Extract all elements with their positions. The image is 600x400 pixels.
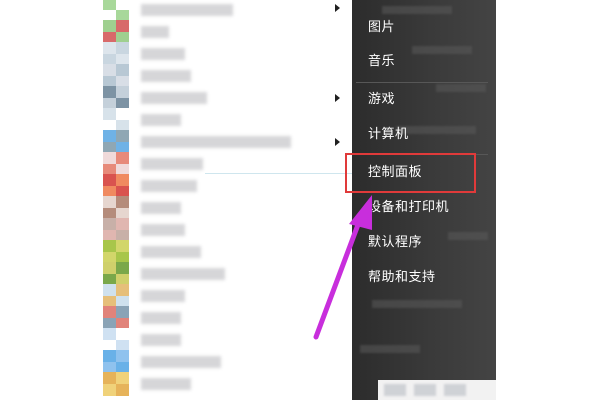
- program-icon: [103, 152, 129, 176]
- program-icon: [103, 284, 129, 308]
- program-list-item[interactable]: [103, 86, 343, 110]
- program-name-blurred: [141, 202, 181, 214]
- program-list-item[interactable]: [103, 306, 343, 330]
- submenu-arrow-icon: [335, 4, 340, 12]
- program-list-panel: [0, 0, 353, 400]
- program-list-item[interactable]: [103, 130, 343, 154]
- program-icon: [103, 240, 129, 264]
- menu-item-games[interactable]: 游戏: [368, 91, 395, 109]
- program-icon: [103, 42, 129, 66]
- program-name-blurred: [141, 158, 203, 170]
- program-icon: [103, 372, 129, 396]
- program-icon: [103, 306, 129, 330]
- program-list-item[interactable]: [103, 64, 343, 88]
- program-name-blurred: [141, 356, 221, 368]
- program-icon: [103, 64, 129, 88]
- program-name-blurred: [141, 4, 233, 16]
- program-list-item[interactable]: [103, 42, 343, 66]
- program-name-blurred: [141, 48, 185, 60]
- submenu-arrow-icon: [335, 94, 340, 102]
- program-name-blurred: [141, 290, 185, 302]
- program-icon: [103, 108, 129, 132]
- program-list-item[interactable]: [103, 174, 343, 198]
- submenu-arrow-icon: [335, 138, 340, 146]
- program-name-blurred: [141, 334, 181, 346]
- program-list-item[interactable]: [103, 328, 343, 352]
- program-list-item[interactable]: [103, 196, 343, 220]
- program-list-item[interactable]: [103, 350, 343, 374]
- menu-item-help-support[interactable]: 帮助和支持: [368, 269, 436, 287]
- menu-item-music[interactable]: 音乐: [368, 53, 395, 71]
- menu-item-pictures[interactable]: 图片: [368, 19, 395, 37]
- program-icon: [103, 196, 129, 220]
- menu-item-devices-printers[interactable]: 设备和打印机: [368, 199, 449, 217]
- search-box-area[interactable]: [378, 380, 496, 400]
- program-list-item[interactable]: [103, 152, 343, 176]
- program-name-blurred: [141, 378, 191, 390]
- program-icon: [103, 174, 129, 198]
- program-name-blurred: [141, 92, 207, 104]
- program-list-item[interactable]: [103, 284, 343, 308]
- program-icon: [103, 0, 129, 22]
- program-list-item[interactable]: [103, 262, 343, 286]
- program-name-blurred: [141, 26, 169, 38]
- program-list-item[interactable]: [103, 108, 343, 132]
- program-name-blurred: [141, 114, 181, 126]
- program-icon: [103, 262, 129, 286]
- program-icon: [103, 328, 129, 352]
- program-name-blurred: [141, 312, 181, 324]
- program-list-item[interactable]: [103, 218, 343, 242]
- program-list-item[interactable]: [103, 0, 343, 22]
- program-icon: [103, 350, 129, 374]
- program-name-blurred: [141, 224, 185, 236]
- program-name-blurred: [141, 268, 225, 280]
- highlight-box: [345, 153, 476, 193]
- program-list-item[interactable]: [103, 372, 343, 396]
- program-name-blurred: [141, 180, 197, 192]
- program-list-item[interactable]: [103, 20, 343, 44]
- program-icon: [103, 86, 129, 110]
- program-name-blurred: [141, 136, 291, 148]
- program-name-blurred: [141, 70, 191, 82]
- menu-item-default-programs[interactable]: 默认程序: [368, 234, 422, 252]
- program-icon: [103, 218, 129, 242]
- program-icon: [103, 130, 129, 154]
- program-name-blurred: [141, 246, 201, 258]
- menu-item-computer[interactable]: 计算机: [368, 126, 409, 144]
- start-menu-right-panel: 图片 音乐 游戏 计算机 控制面板 设备和打印机 默认程序 帮助和支持: [352, 0, 496, 400]
- program-list-item[interactable]: [103, 240, 343, 264]
- menu-divider: [356, 82, 488, 83]
- program-icon: [103, 20, 129, 44]
